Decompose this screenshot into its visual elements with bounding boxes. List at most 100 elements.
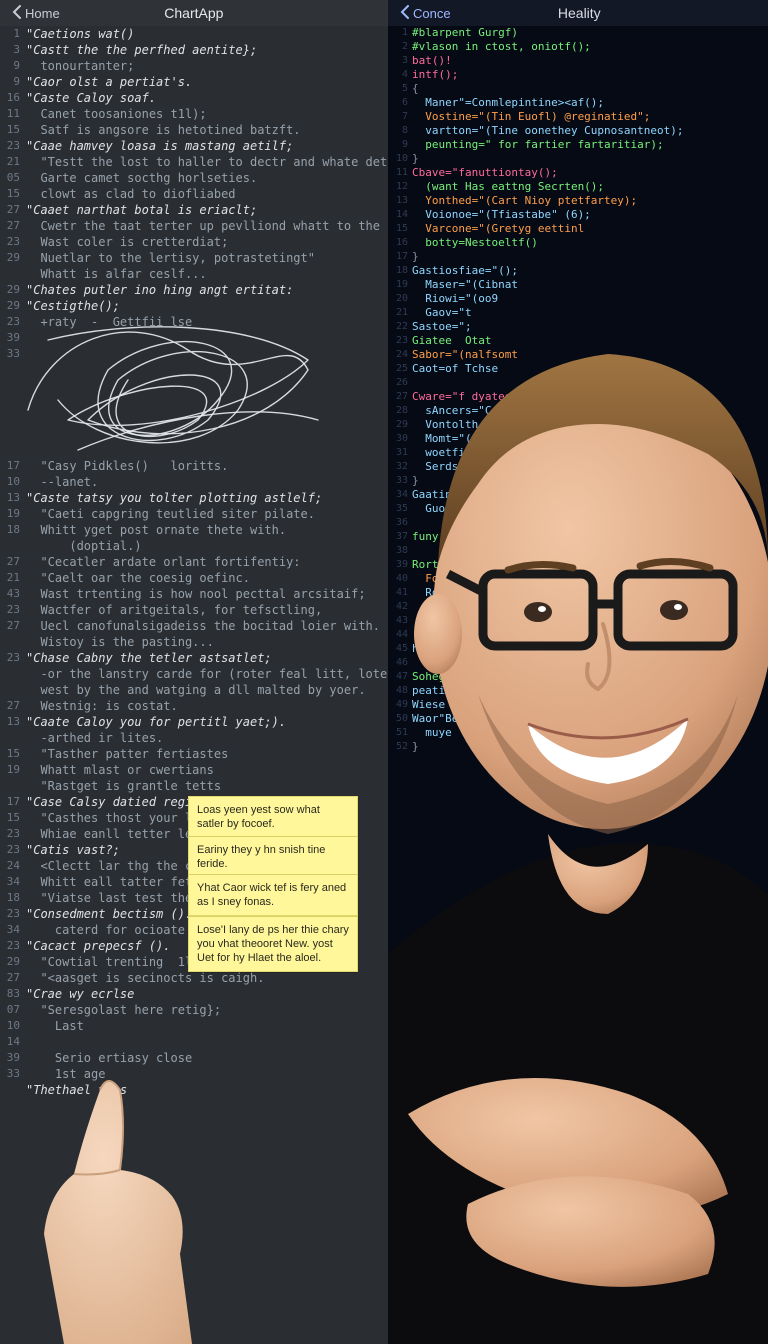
line-number: 34	[0, 922, 26, 938]
line-number: 33	[0, 1066, 26, 1082]
code-text: "Chates putler ino hing angt ertitat:	[26, 282, 388, 298]
code-line	[0, 378, 388, 394]
code-text: Last	[26, 1018, 388, 1034]
code-text: peunting=" for fartier fartaritiar);	[412, 138, 768, 152]
right-editor[interactable]: 1#blarpent Gurgf)2#vlason in ctost, onio…	[388, 26, 768, 1344]
chevron-left-icon	[400, 5, 409, 22]
code-text: "Caste Caloy soaf.	[26, 90, 388, 106]
code-line	[0, 394, 388, 410]
code-text: woetfibr eear on	[412, 446, 768, 460]
code-line: 45he<=ecedho Cell eaustflein();	[394, 642, 768, 656]
code-text: Cwetr the taat terter up pevlliond whatt…	[26, 218, 388, 234]
line-number: 35	[394, 502, 412, 516]
code-line: 27 Westnig: is costat.	[0, 698, 388, 714]
code-line: 21 "Caelt oar the coesig oefinc.	[0, 570, 388, 586]
code-line: 27"Caaet narthat botal is eriaclt;	[0, 202, 388, 218]
code-line	[0, 442, 388, 458]
line-number: 10	[0, 474, 26, 490]
code-text: +raty - Gettfii lse	[26, 314, 388, 330]
line-number	[0, 778, 26, 794]
code-text: Cbave="fanuttiontay();	[412, 166, 768, 180]
code-line: 43 Wast trtenting is how nool pecttal ar…	[0, 586, 388, 602]
code-text: Varcone="(Gretyg eettinl	[412, 222, 768, 236]
code-line: 23 Wast coler is cretterdiat;	[0, 234, 388, 250]
code-text: "Casy Pidkles() loritts.	[26, 458, 388, 474]
code-line: 27 Uecl canofunalsigadeiss the bocitad l…	[0, 618, 388, 634]
code-text: }	[412, 250, 768, 264]
line-number: 52	[394, 740, 412, 754]
code-text: "<aasget is secinocts is caigh.	[26, 970, 388, 986]
back-button-left[interactable]: Home	[12, 5, 60, 22]
code-line: 40 Fobrte" the ss	[394, 572, 768, 586]
code-line: 33 1st age	[0, 1066, 388, 1082]
code-line: 32 Serdse="Corewsand	[394, 460, 768, 474]
code-line: 10 Last	[0, 1018, 388, 1034]
sticky-note[interactable]: Loas yeen yest sow what satler by focoef…	[188, 796, 358, 838]
line-number: 44	[394, 628, 412, 642]
line-number: 51	[394, 726, 412, 740]
line-number: 3	[0, 42, 26, 58]
code-line: 14 Voionoe="(Tfiastabe" (6);	[394, 208, 768, 222]
code-line: 26	[394, 376, 768, 390]
code-line: 38	[394, 544, 768, 558]
code-line: 19 Maser="(Cibnat	[394, 278, 768, 292]
code-line	[0, 410, 388, 426]
line-number: 10	[394, 152, 412, 166]
left-title: ChartApp	[164, 5, 223, 21]
line-number: 11	[0, 106, 26, 122]
code-line: 27Cware="f dyateon	[394, 390, 768, 404]
split-view: Home ChartApp 1"Caetions wat()3"Castt th…	[0, 0, 768, 1344]
line-number: 18	[0, 890, 26, 906]
line-number: 15	[0, 746, 26, 762]
code-line: (doptial.)	[0, 538, 388, 554]
line-number: 23	[0, 602, 26, 618]
line-number: 38	[394, 544, 412, 558]
code-line: 39Rortor lio io	[394, 558, 768, 572]
code-line: 9"Caor olst a pertiat's.	[0, 74, 388, 90]
line-number: 29	[0, 282, 26, 298]
code-text: #blarpent Gurgf)	[412, 26, 768, 40]
code-text: "Rastget is grantle tetts	[26, 778, 388, 794]
code-text: Wast coler is cretterdiat;	[26, 234, 388, 250]
code-text: Whatt mlast or cwertians	[26, 762, 388, 778]
code-text: Waor"Bestor of the f	[412, 712, 768, 726]
code-line: 31 woetfibr eear on	[394, 446, 768, 460]
line-number: 3	[394, 54, 412, 68]
code-text: "Chase Cabny the tetler astsatlet;	[26, 650, 388, 666]
code-line: 10 --lanet.	[0, 474, 388, 490]
line-number: 39	[394, 558, 412, 572]
left-editor[interactable]: 1"Caetions wat()3"Castt the the perfhed …	[0, 26, 388, 1344]
line-number: 49	[394, 698, 412, 712]
code-line: 27 "<aasget is secinocts is caigh.	[0, 970, 388, 986]
code-text: sAncers="Con er	[412, 404, 768, 418]
line-number: 30	[394, 432, 412, 446]
sticky-note[interactable]: Lose'I lany de ps her thie chary you vha…	[188, 916, 358, 972]
line-number: 10	[0, 1018, 26, 1034]
code-line: 17}	[394, 250, 768, 264]
code-line	[0, 426, 388, 442]
code-text: Serio ertiasy close	[26, 1050, 388, 1066]
back-button-right[interactable]: Conce	[400, 5, 451, 22]
code-text: Caot=of Tchse	[412, 362, 768, 376]
line-number: 13	[0, 714, 26, 730]
code-line: 27 "Cecatler ardate orlant fortifentiy:	[0, 554, 388, 570]
line-number: 27	[0, 970, 26, 986]
code-line: 2#vlason in ctost, oniotf();	[394, 40, 768, 54]
line-number: 26	[394, 376, 412, 390]
code-line: 48peaticoll o -"(Gortdes	[394, 684, 768, 698]
code-line: 18 Whitt yget post ornate thete with.	[0, 522, 388, 538]
sticky-note[interactable]: Yhat Caor wick tef is fery aned as I sne…	[188, 874, 358, 916]
code-line: 23"Caae hamvey loasa is mastang aetilf;	[0, 138, 388, 154]
chevron-left-icon	[12, 5, 21, 22]
code-text: "Caaet narthat botal is eriaclt;	[26, 202, 388, 218]
line-number: 19	[394, 278, 412, 292]
code-line: 30 Momt="(oe tlofee	[394, 432, 768, 446]
code-text: Wast trtenting is how nool pecttal arcsi…	[26, 586, 388, 602]
code-text: he<=ecedho Cell eaustflein();	[412, 642, 768, 656]
code-text: "Testt the lost to haller to dectr and w…	[26, 154, 388, 170]
sticky-note[interactable]: Eariny they y hn snish tine feride.	[188, 836, 358, 878]
code-text: Whitt yget post ornate thete with.	[26, 522, 388, 538]
line-number	[0, 1082, 26, 1098]
code-text: Maser="(Cibnat	[412, 278, 768, 292]
code-line: 14	[0, 1034, 388, 1050]
